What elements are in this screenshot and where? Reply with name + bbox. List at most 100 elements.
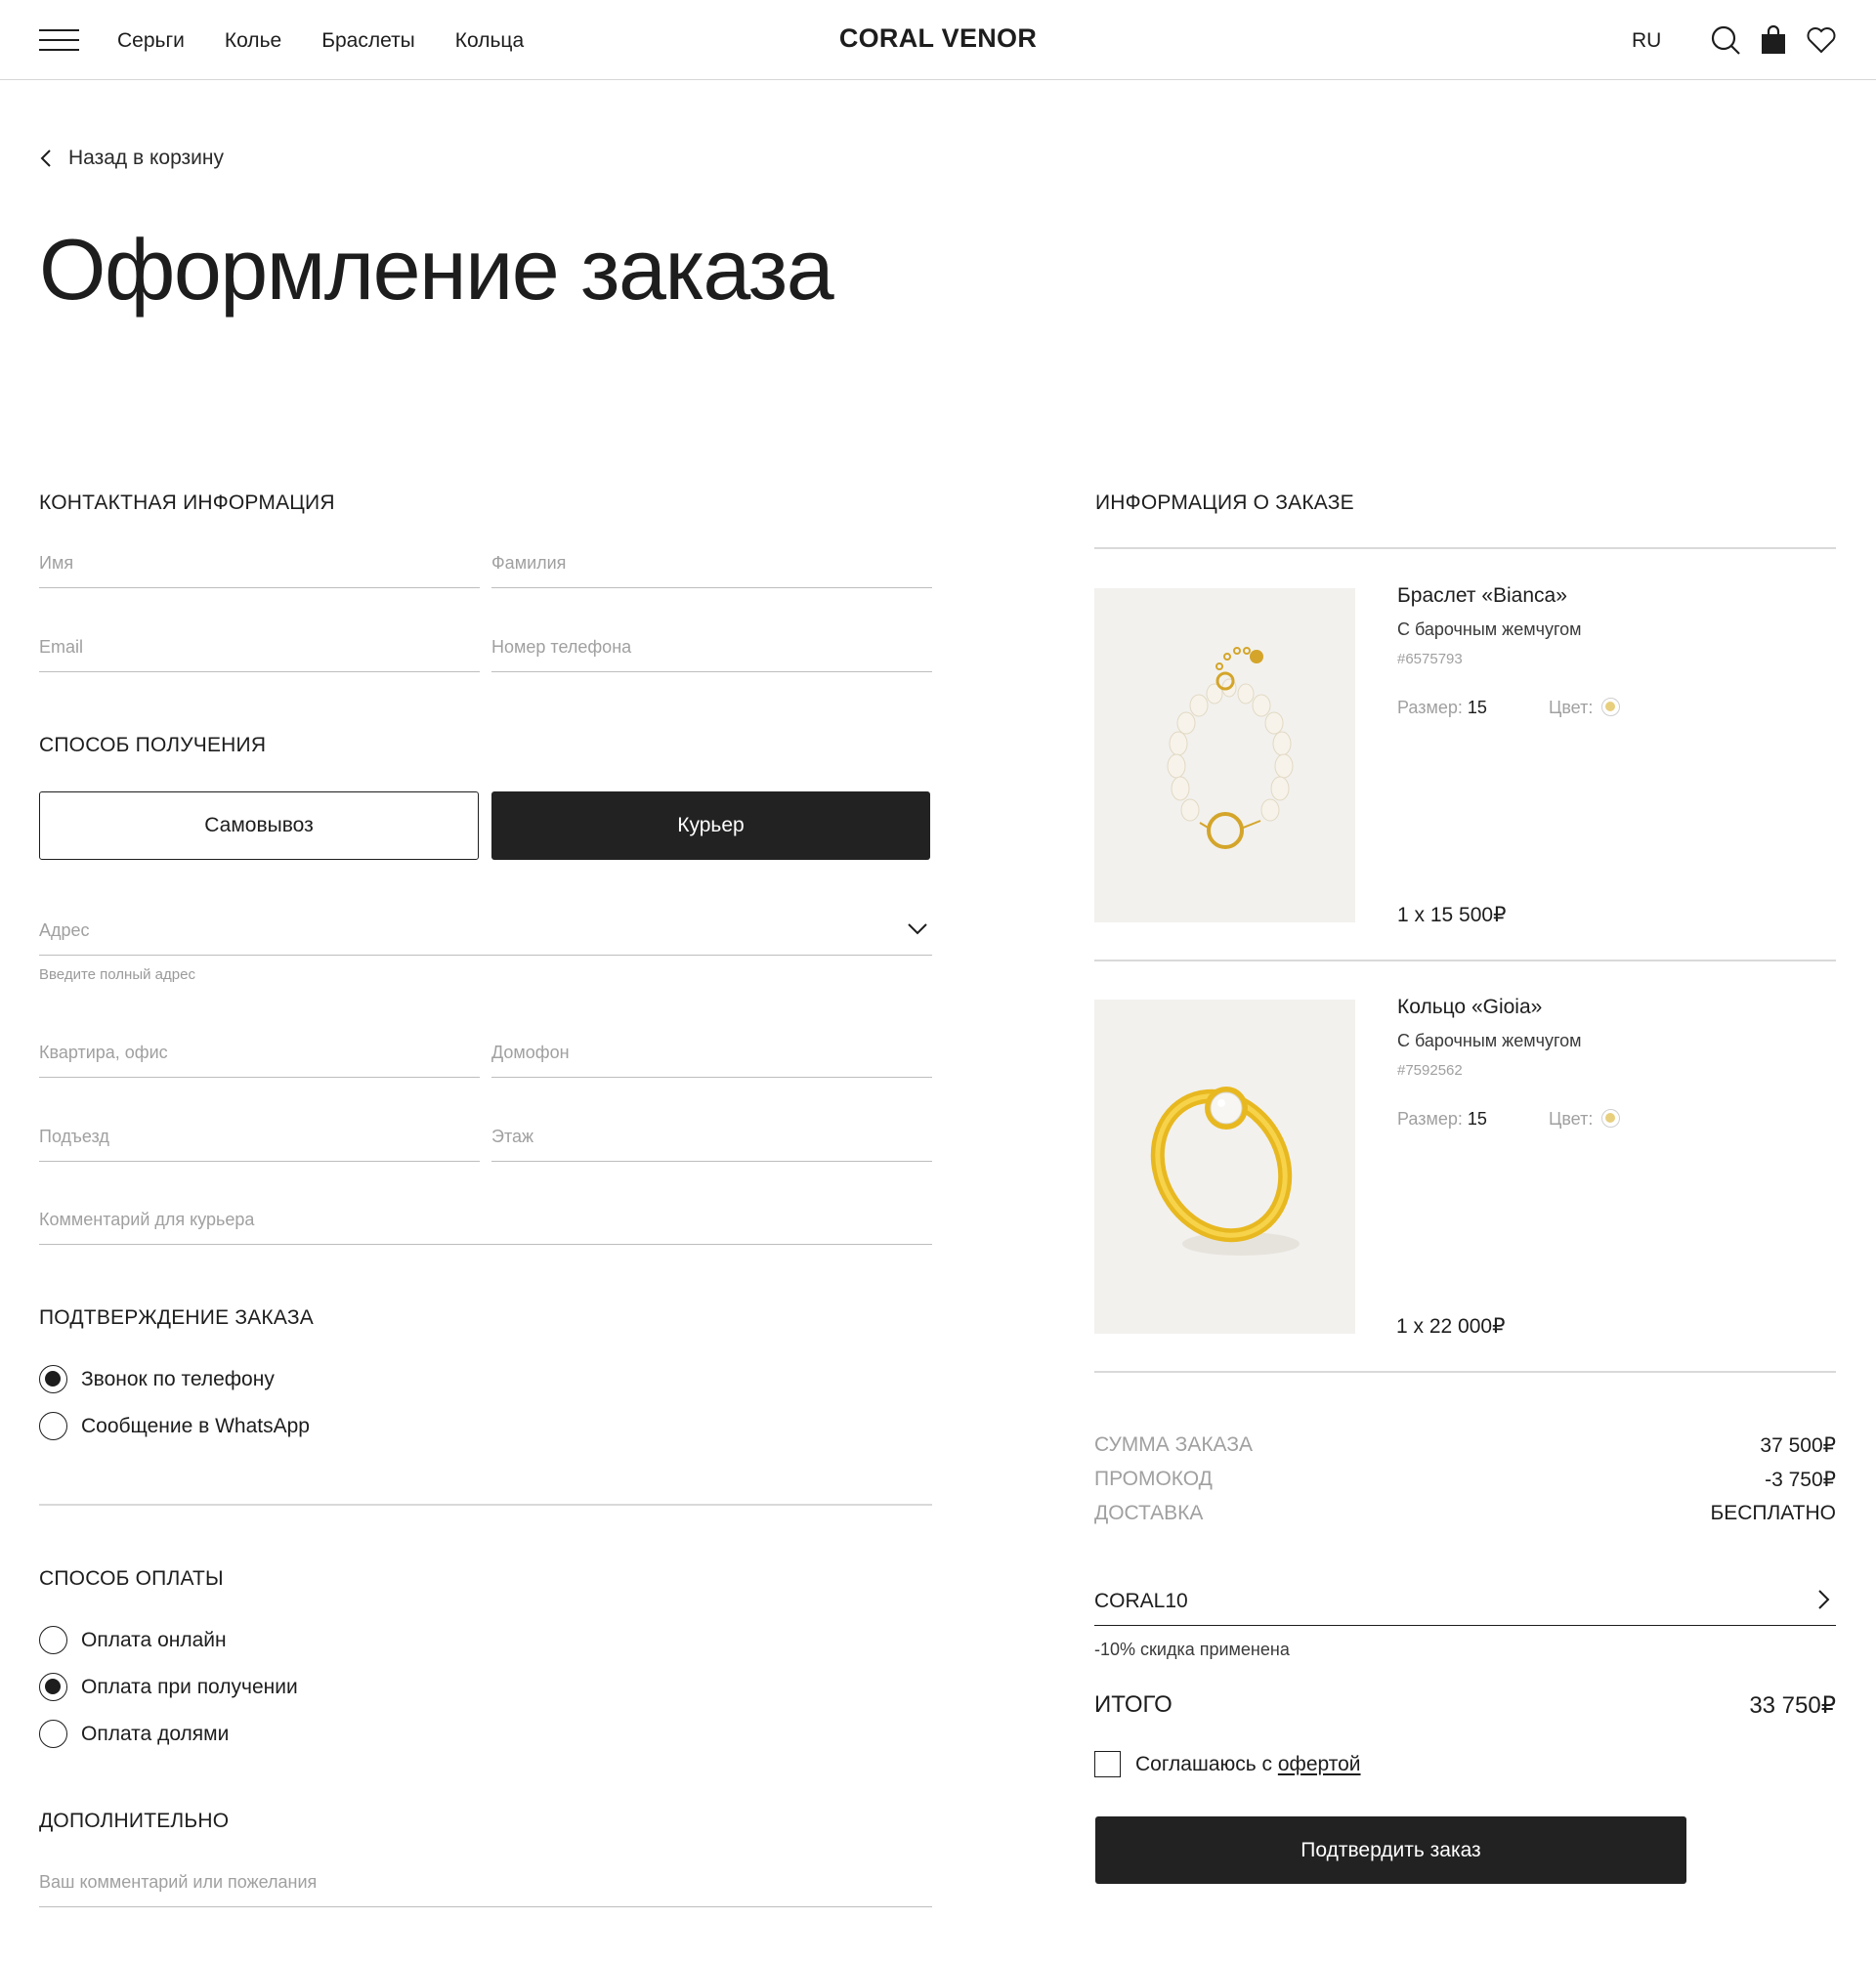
subtotal-value: 37 500₽ (1760, 1434, 1836, 1457)
courier-button[interactable]: Курьер (491, 791, 930, 860)
radio-selected-icon[interactable] (39, 1365, 67, 1393)
payment-online-label: Оплата онлайн (81, 1628, 227, 1651)
brand-logo[interactable]: CORAL VENOR (0, 23, 1876, 54)
order-divider-top (1094, 547, 1836, 549)
offer-checkbox[interactable] (1094, 1751, 1121, 1777)
payment-on-delivery-radio[interactable]: Оплата при получении (39, 1673, 298, 1701)
subtotal-label: СУММА ЗАКАЗА (1094, 1433, 1254, 1456)
additional-heading: ДОПОЛНИТЕЛЬНО (39, 1810, 230, 1832)
order-comment-input[interactable] (39, 1872, 932, 1893)
floor-field[interactable] (491, 1107, 932, 1162)
item-1-size-value: 15 (1467, 698, 1487, 717)
payment-on-delivery-label: Оплата при получении (81, 1675, 298, 1698)
promo-applied-note: -10% скидка применена (1094, 1640, 1290, 1659)
bracelet-image (1094, 588, 1355, 922)
item-1-size: Размер: 15 (1397, 698, 1487, 718)
offer-link[interactable]: офертой (1278, 1753, 1361, 1775)
confirm-whatsapp-radio[interactable]: Сообщение в WhatsApp (39, 1412, 310, 1440)
shipping-value: БЕСПЛАТНО (1710, 1502, 1836, 1524)
address-field[interactable] (39, 901, 932, 956)
courier-comment-field[interactable] (39, 1190, 932, 1245)
confirm-whatsapp-label: Сообщение в WhatsApp (81, 1414, 310, 1437)
item-2-sku: #7592562 (1397, 1062, 1463, 1079)
offer-agreement-text: Соглашаюсь с офертой (1135, 1753, 1361, 1776)
floor-input[interactable] (491, 1127, 932, 1147)
back-to-cart-link[interactable]: Назад в корзину (39, 147, 224, 170)
entrance-input[interactable] (39, 1127, 480, 1147)
pickup-button[interactable]: Самовывоз (39, 791, 479, 860)
back-to-cart-label: Назад в корзину (68, 147, 224, 169)
confirm-call-label: Звонок по телефону (81, 1367, 275, 1390)
item-1-size-label: Размер: (1397, 698, 1463, 717)
payment-online-radio[interactable]: Оплата онлайн (39, 1626, 227, 1654)
email-input[interactable] (39, 637, 480, 658)
ring-image (1094, 1000, 1355, 1334)
payment-installments-label: Оплата долями (81, 1722, 230, 1745)
search-icon[interactable] (1710, 24, 1741, 56)
item-2-size: Размер: 15 (1397, 1109, 1487, 1130)
chevron-down-icon[interactable] (907, 922, 928, 936)
shipping-label: ДОСТАВКА (1094, 1502, 1204, 1524)
promo-code-field[interactable] (1094, 1573, 1836, 1626)
last-name-input[interactable] (491, 553, 932, 574)
first-name-field[interactable] (39, 533, 480, 588)
address-input[interactable] (39, 920, 932, 941)
intercom-input[interactable] (491, 1043, 932, 1063)
item-1-color-label: Цвет: (1549, 698, 1594, 717)
phone-field[interactable] (491, 618, 932, 672)
chevron-left-icon (40, 149, 51, 167)
payment-installments-radio[interactable]: Оплата долями (39, 1720, 229, 1748)
item-2-price: 1 x 22 000₽ (1396, 1315, 1506, 1338)
item-2-size-label: Размер: (1397, 1109, 1463, 1129)
radio-unselected-icon[interactable] (39, 1412, 67, 1440)
heart-icon[interactable] (1806, 24, 1837, 56)
page-title: Оформление заказа (39, 221, 834, 318)
radio-unselected-icon[interactable] (39, 1720, 67, 1748)
bracelet-product-image[interactable] (1094, 588, 1355, 922)
chevron-right-icon[interactable] (1816, 1589, 1830, 1610)
email-field[interactable] (39, 618, 480, 672)
order-info-heading: ИНФОРМАЦИЯ О ЗАКАЗЕ (1095, 491, 1354, 514)
ring-product-image[interactable] (1094, 1000, 1355, 1334)
radio-selected-icon[interactable] (39, 1673, 67, 1701)
item-1-color-swatch (1601, 698, 1620, 716)
phone-input[interactable] (491, 637, 932, 658)
language-switcher[interactable]: RU (1632, 29, 1661, 53)
confirm-order-button[interactable]: Подтвердить заказ (1095, 1816, 1686, 1884)
radio-unselected-icon[interactable] (39, 1626, 67, 1654)
confirm-call-radio[interactable]: Звонок по телефону (39, 1365, 275, 1393)
promo-discount-label: ПРОМОКОД (1094, 1468, 1213, 1490)
section-divider (39, 1504, 932, 1506)
intercom-field[interactable] (491, 1023, 932, 1078)
item-2-description: С барочным жемчугом (1397, 1031, 1582, 1050)
item-1-description: С барочным жемчугом (1397, 619, 1582, 639)
apartment-field[interactable] (39, 1023, 480, 1078)
order-divider-middle (1094, 960, 1836, 961)
entrance-field[interactable] (39, 1107, 480, 1162)
address-hint: Введите полный адрес (39, 966, 195, 983)
promo-discount-value: -3 750₽ (1765, 1469, 1836, 1491)
offer-agreement: Соглашаюсь с офертой (1094, 1751, 1361, 1777)
item-2-color-swatch (1601, 1109, 1620, 1128)
item-2-size-value: 15 (1467, 1109, 1487, 1129)
item-2-name[interactable]: Кольцо «Gioia» (1397, 996, 1542, 1019)
item-1-sku: #6575793 (1397, 651, 1463, 667)
order-comment-field[interactable] (39, 1853, 932, 1907)
order-divider-bottom (1094, 1371, 1836, 1373)
courier-comment-input[interactable] (39, 1210, 932, 1230)
total-label: ИТОГО (1094, 1691, 1172, 1718)
item-1-name[interactable]: Браслет «Bianca» (1397, 584, 1567, 608)
delivery-heading: СПОСОБ ПОЛУЧЕНИЯ (39, 734, 267, 756)
first-name-input[interactable] (39, 553, 480, 574)
promo-code-input[interactable] (1094, 1590, 1778, 1613)
contact-heading: КОНТАКТНАЯ ИНФОРМАЦИЯ (39, 491, 335, 514)
bag-icon[interactable] (1758, 24, 1789, 56)
site-header: Серьги Колье Браслеты Кольца CORAL VENOR… (0, 0, 1876, 80)
confirmation-heading: ПОДТВЕРЖДЕНИЕ ЗАКАЗА (39, 1306, 314, 1329)
apartment-input[interactable] (39, 1043, 480, 1063)
item-2-color-label: Цвет: (1549, 1109, 1594, 1129)
offer-agreement-label: Соглашаюсь с (1135, 1752, 1273, 1775)
last-name-field[interactable] (491, 533, 932, 588)
payment-heading: СПОСОБ ОПЛАТЫ (39, 1567, 224, 1590)
item-1-price: 1 x 15 500₽ (1397, 904, 1507, 926)
